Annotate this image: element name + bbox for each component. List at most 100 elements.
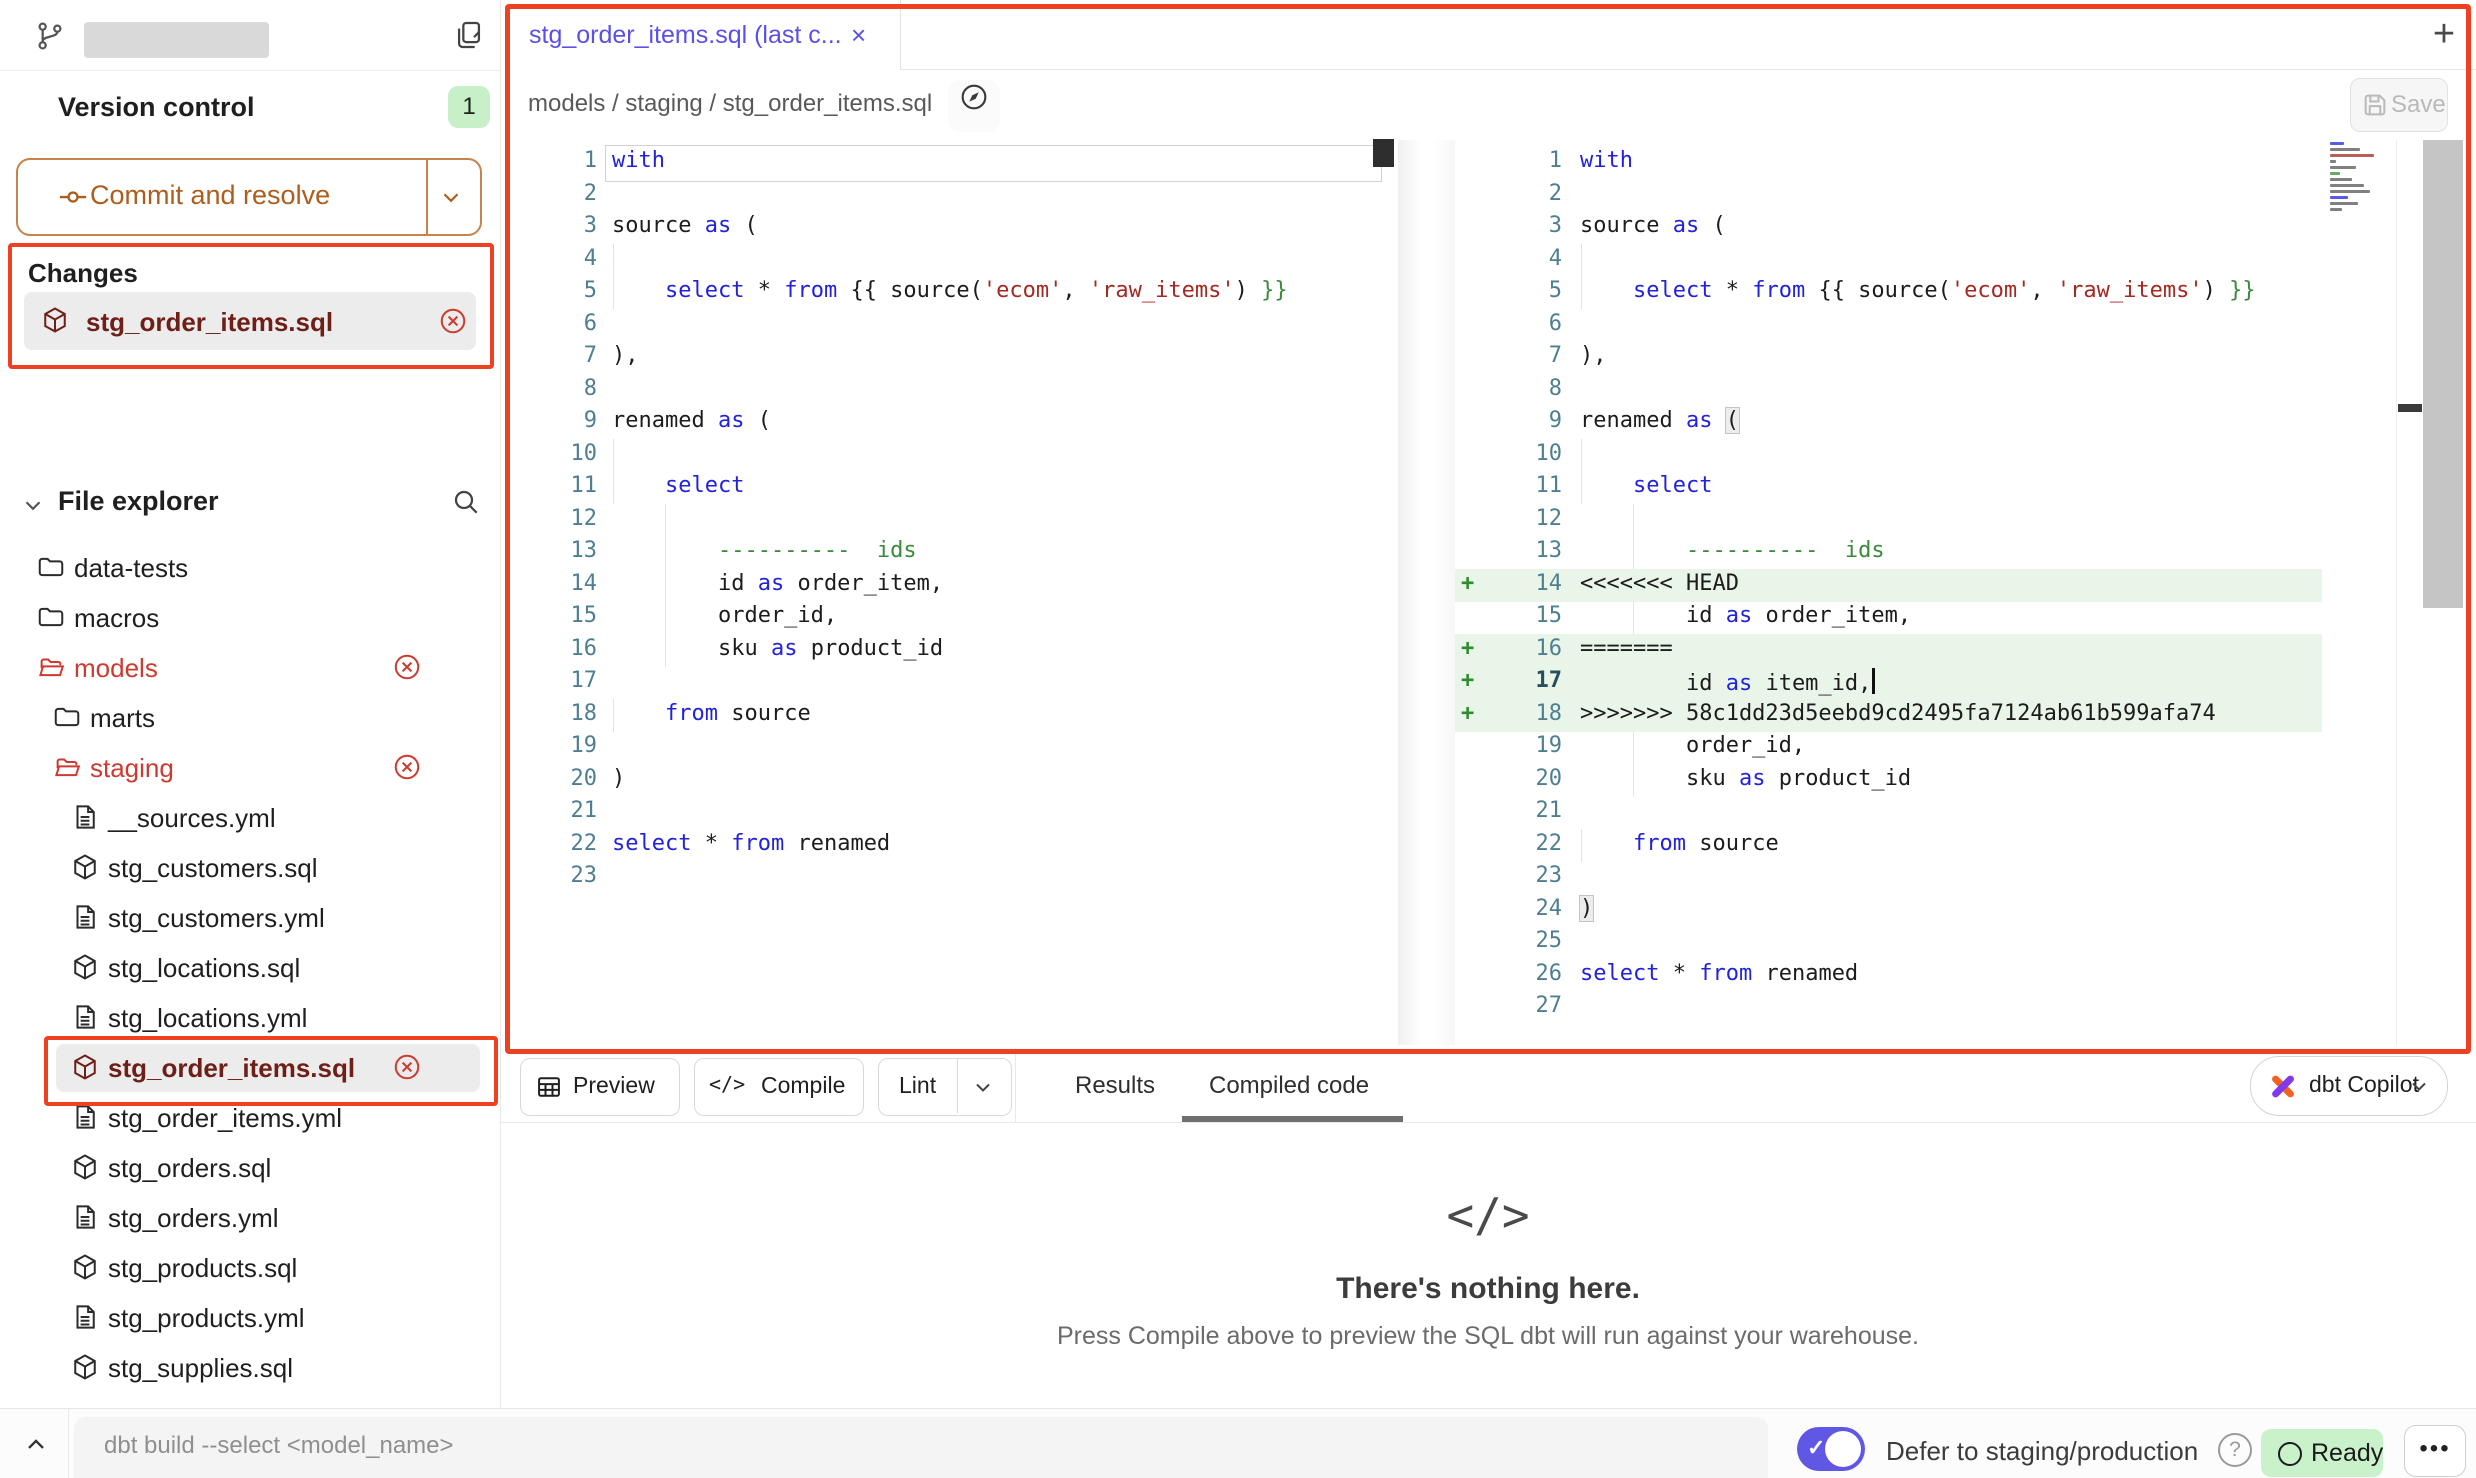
- code-line[interactable]: 25: [1455, 926, 2322, 959]
- code-line[interactable]: 2: [1455, 179, 2322, 212]
- file-tree-item-stg-orders-sql[interactable]: stg_orders.sql: [0, 1142, 500, 1192]
- code-line[interactable]: 1with: [505, 146, 1395, 179]
- code-line[interactable]: 10: [1455, 439, 2322, 472]
- chevron-up-icon[interactable]: [22, 1431, 50, 1459]
- lint-dropdown-chevron-icon[interactable]: [971, 1075, 995, 1099]
- code-line[interactable]: 8: [505, 374, 1395, 407]
- code-line[interactable]: 13 ---------- ids: [1455, 536, 2322, 569]
- code-line[interactable]: 14 id as order_item,: [505, 569, 1395, 602]
- tab-compiled-code[interactable]: Compiled code: [1209, 1072, 1369, 1100]
- code-line[interactable]: 20): [505, 764, 1395, 797]
- new-tab-button[interactable]: +: [2424, 14, 2464, 54]
- file-tree-item--sources-yml[interactable]: __sources.yml: [0, 792, 500, 842]
- more-options-button[interactable]: •••: [2404, 1425, 2466, 1477]
- code-text: source as (: [612, 213, 758, 238]
- file-tree-item-stg-order-items-sql[interactable]: stg_order_items.sql: [0, 1042, 500, 1092]
- code-line[interactable]: 22select * from renamed: [505, 829, 1395, 862]
- editor-pane-original[interactable]: 1with23source as (45 select * from {{ so…: [505, 140, 1395, 1048]
- file-tree-item-stg-customers-sql[interactable]: stg_customers.sql: [0, 842, 500, 892]
- code-line[interactable]: 16 sku as product_id: [505, 634, 1395, 667]
- code-line[interactable]: 27: [1455, 991, 2322, 1024]
- file-tree-item-stg-order-items-yml[interactable]: stg_order_items.yml: [0, 1092, 500, 1142]
- help-icon[interactable]: ?: [2218, 1433, 2252, 1467]
- discard-change-icon[interactable]: [392, 1052, 422, 1082]
- line-number: 15: [1475, 603, 1562, 628]
- ready-status-badge[interactable]: Ready: [2261, 1429, 2383, 1477]
- code-line[interactable]: 7),: [1455, 341, 2322, 374]
- save-button[interactable]: Save: [2350, 78, 2448, 132]
- code-line[interactable]: 4: [505, 244, 1395, 277]
- file-tree-item-stg-supplies-sql[interactable]: stg_supplies.sql: [0, 1342, 500, 1392]
- code-line[interactable]: 12: [1455, 504, 2322, 537]
- right-scrollbar-track[interactable]: [2396, 140, 2424, 1045]
- code-line[interactable]: 19 order_id,: [1455, 731, 2322, 764]
- dbt-copilot-button[interactable]: dbt Copilot: [2250, 1056, 2448, 1116]
- tab-results[interactable]: Results: [1075, 1072, 1155, 1100]
- file-tree-item-stg-locations-sql[interactable]: stg_locations.sql: [0, 942, 500, 992]
- code-line[interactable]: 6: [505, 309, 1395, 342]
- code-line[interactable]: 9renamed as (: [505, 406, 1395, 439]
- file-tree-item-stg-customers-yml[interactable]: stg_customers.yml: [0, 892, 500, 942]
- code-line[interactable]: 22 from source: [1455, 829, 2322, 862]
- command-input[interactable]: dbt build --select <model_name>: [74, 1417, 1768, 1478]
- discard-change-icon[interactable]: [392, 752, 422, 782]
- file-tree-item-marts[interactable]: marts: [0, 692, 500, 742]
- code-text: select: [612, 473, 744, 498]
- tab-close-icon[interactable]: ×: [851, 20, 866, 51]
- compile-button[interactable]: </> Compile: [694, 1058, 864, 1116]
- left-scrollbar-thumb[interactable]: [1373, 139, 1394, 167]
- defer-toggle[interactable]: ✓: [1797, 1427, 1865, 1471]
- minimap[interactable]: [2328, 142, 2394, 222]
- code-line[interactable]: 5 select * from {{ source('ecom', 'raw_i…: [1455, 276, 2322, 309]
- code-line[interactable]: 19: [505, 731, 1395, 764]
- code-line[interactable]: 8: [1455, 374, 2322, 407]
- code-line[interactable]: 6: [1455, 309, 2322, 342]
- tab-stg-order-items[interactable]: stg_order_items.sql (last c... ×: [505, 0, 901, 70]
- lint-button[interactable]: Lint: [878, 1058, 1012, 1116]
- code-line[interactable]: +16=======: [1455, 634, 2322, 667]
- code-line[interactable]: 4: [1455, 244, 2322, 277]
- file-tree-item-macros[interactable]: macros: [0, 592, 500, 642]
- lineage-button[interactable]: [948, 80, 1000, 132]
- code-line[interactable]: +14<<<<<<< HEAD: [1455, 569, 2322, 602]
- code-line[interactable]: +18>>>>>>> 58c1dd23d5eebd9cd2495fa7124ab…: [1455, 699, 2322, 732]
- code-line[interactable]: 20 sku as product_id: [1455, 764, 2322, 797]
- code-line[interactable]: 10: [505, 439, 1395, 472]
- file-tree-item-data-tests[interactable]: data-tests: [0, 542, 500, 592]
- code-line[interactable]: 3source as (: [1455, 211, 2322, 244]
- code-line[interactable]: 1with: [1455, 146, 2322, 179]
- file-tree-item-staging[interactable]: staging: [0, 742, 500, 792]
- code-line[interactable]: 24): [1455, 894, 2322, 927]
- code-line[interactable]: 12: [505, 504, 1395, 537]
- editor-pane-conflict[interactable]: 1with23source as (45 select * from {{ so…: [1455, 140, 2322, 1048]
- code-line[interactable]: 5 select * from {{ source('ecom', 'raw_i…: [505, 276, 1395, 309]
- code-line[interactable]: 23: [505, 861, 1395, 894]
- code-line[interactable]: 7),: [505, 341, 1395, 374]
- code-line[interactable]: 21: [505, 796, 1395, 829]
- file-tree-item-models[interactable]: models: [0, 642, 500, 692]
- code-line[interactable]: 2: [505, 179, 1395, 212]
- code-line[interactable]: 13 ---------- ids: [505, 536, 1395, 569]
- code-line[interactable]: 11 select: [505, 471, 1395, 504]
- code-line[interactable]: 17: [505, 666, 1395, 699]
- code-line[interactable]: 15 id as order_item,: [1455, 601, 2322, 634]
- preview-button[interactable]: Preview: [520, 1058, 680, 1116]
- pane-divider[interactable]: [1398, 140, 1455, 1045]
- right-scrollbar-thumb[interactable]: [2398, 404, 2422, 412]
- file-tree-item-stg-locations-yml[interactable]: stg_locations.yml: [0, 992, 500, 1042]
- code-text: select * from renamed: [612, 831, 890, 856]
- code-line[interactable]: 15 order_id,: [505, 601, 1395, 634]
- line-number: 17: [1475, 668, 1562, 693]
- file-tree-item-stg-products-yml[interactable]: stg_products.yml: [0, 1292, 500, 1342]
- code-line[interactable]: 18 from source: [505, 699, 1395, 732]
- code-line[interactable]: +17 id as item_id,: [1455, 666, 2322, 699]
- code-line[interactable]: 9renamed as (: [1455, 406, 2322, 439]
- code-line[interactable]: 23: [1455, 861, 2322, 894]
- discard-change-icon[interactable]: [392, 652, 422, 682]
- code-line[interactable]: 26select * from renamed: [1455, 959, 2322, 992]
- code-line[interactable]: 11 select: [1455, 471, 2322, 504]
- code-line[interactable]: 3source as (: [505, 211, 1395, 244]
- code-line[interactable]: 21: [1455, 796, 2322, 829]
- file-tree-item-stg-orders-yml[interactable]: stg_orders.yml: [0, 1192, 500, 1242]
- file-tree-item-stg-products-sql[interactable]: stg_products.sql: [0, 1242, 500, 1292]
